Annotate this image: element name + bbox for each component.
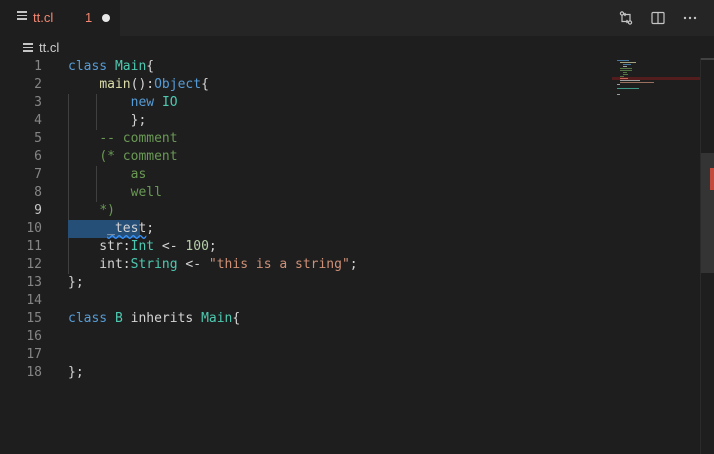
minimap[interactable] (612, 58, 700, 118)
code-editor[interactable]: 1 class Main{2 main():Object{3 new IO 4 };… (0, 58, 714, 454)
unsaved-dot-icon[interactable] (102, 14, 110, 22)
line-number: 3 (34, 95, 42, 110)
line-number: 18 (26, 365, 42, 380)
line-number: 10 (26, 221, 42, 236)
code-line[interactable]: 13}; (0, 274, 610, 292)
line-number: 7 (34, 167, 42, 182)
code-line[interactable]: 2 main():Object{ (0, 76, 610, 94)
line-number: 5 (34, 131, 42, 146)
problem-count-badge: 1 (85, 10, 93, 25)
line-number: 9 (34, 203, 42, 218)
code-line[interactable]: 3 new IO (0, 94, 610, 112)
line-number: 13 (26, 275, 42, 290)
code-text: class Main{ (68, 59, 155, 74)
line-number: 2 (34, 77, 42, 92)
split-editor-icon[interactable] (648, 8, 668, 28)
code-line[interactable]: 5 -- comment (0, 130, 610, 148)
line-number: 1 (34, 59, 42, 74)
code-line[interactable]: 16 (0, 328, 610, 346)
code-line[interactable]: 15 class B inherits Main{ (0, 310, 610, 328)
code-text: class B inherits Main{ (68, 311, 241, 326)
file-lines-icon (17, 11, 27, 21)
code-line[interactable]: 6 (* comment (0, 148, 610, 166)
code-text: str:Int <- 100; (68, 239, 217, 254)
line-number: 15 (26, 311, 42, 326)
code-line[interactable]: 18}; (0, 364, 610, 382)
code-line[interactable]: 7 as (0, 166, 610, 184)
code-text: }; (68, 365, 84, 380)
line-number: 8 (34, 185, 42, 200)
code-text: }; (68, 275, 84, 290)
code-line[interactable]: 14 (0, 292, 610, 310)
file-lines-icon (23, 43, 33, 52)
line-number: 6 (34, 149, 42, 164)
line-number: 11 (26, 239, 42, 254)
code-text: (* comment (99, 149, 178, 164)
line-number: 4 (34, 113, 42, 128)
code-line[interactable]: 4 }; (0, 112, 610, 130)
more-actions-icon[interactable] (680, 8, 700, 28)
breadcrumb: tt.cl (0, 36, 714, 58)
code-text: well (130, 185, 162, 200)
code-text: }; (68, 113, 147, 128)
breadcrumb-file[interactable]: tt.cl (39, 40, 59, 55)
code-text: int:String <- "this is a string"; (68, 257, 358, 272)
line-number: 17 (26, 347, 42, 362)
open-changes-icon[interactable] (616, 8, 636, 28)
code-line[interactable]: 8 well (0, 184, 610, 202)
code-text: as (130, 167, 147, 182)
code-text: _test; (107, 221, 155, 236)
line-number: 16 (26, 329, 42, 344)
editor-actions (616, 8, 700, 28)
code-text: *) (99, 203, 115, 218)
code-line[interactable]: 9 *) (0, 202, 610, 220)
code-text: -- comment (99, 131, 178, 146)
vertical-scrollbar[interactable] (700, 58, 714, 454)
code-line[interactable]: 1 class Main{ (0, 58, 610, 76)
scrollbar-error-marker (710, 168, 714, 190)
line-number: 14 (26, 293, 42, 308)
code-line[interactable]: 11 str:Int <- 100; (0, 238, 610, 256)
editor-tab[interactable]: tt.cl 1 (0, 0, 120, 36)
code-line[interactable]: 17 (0, 346, 610, 364)
code-line[interactable]: 10 _test; (0, 220, 610, 238)
code-text: new IO (130, 95, 178, 110)
code-line[interactable]: 12 int:String <- "this is a string"; (0, 256, 610, 274)
tab-filename: tt.cl (33, 10, 54, 25)
tab-bar: tt.cl 1 (0, 0, 714, 36)
line-number: 12 (26, 257, 42, 272)
code-text: main():Object{ (99, 77, 209, 92)
